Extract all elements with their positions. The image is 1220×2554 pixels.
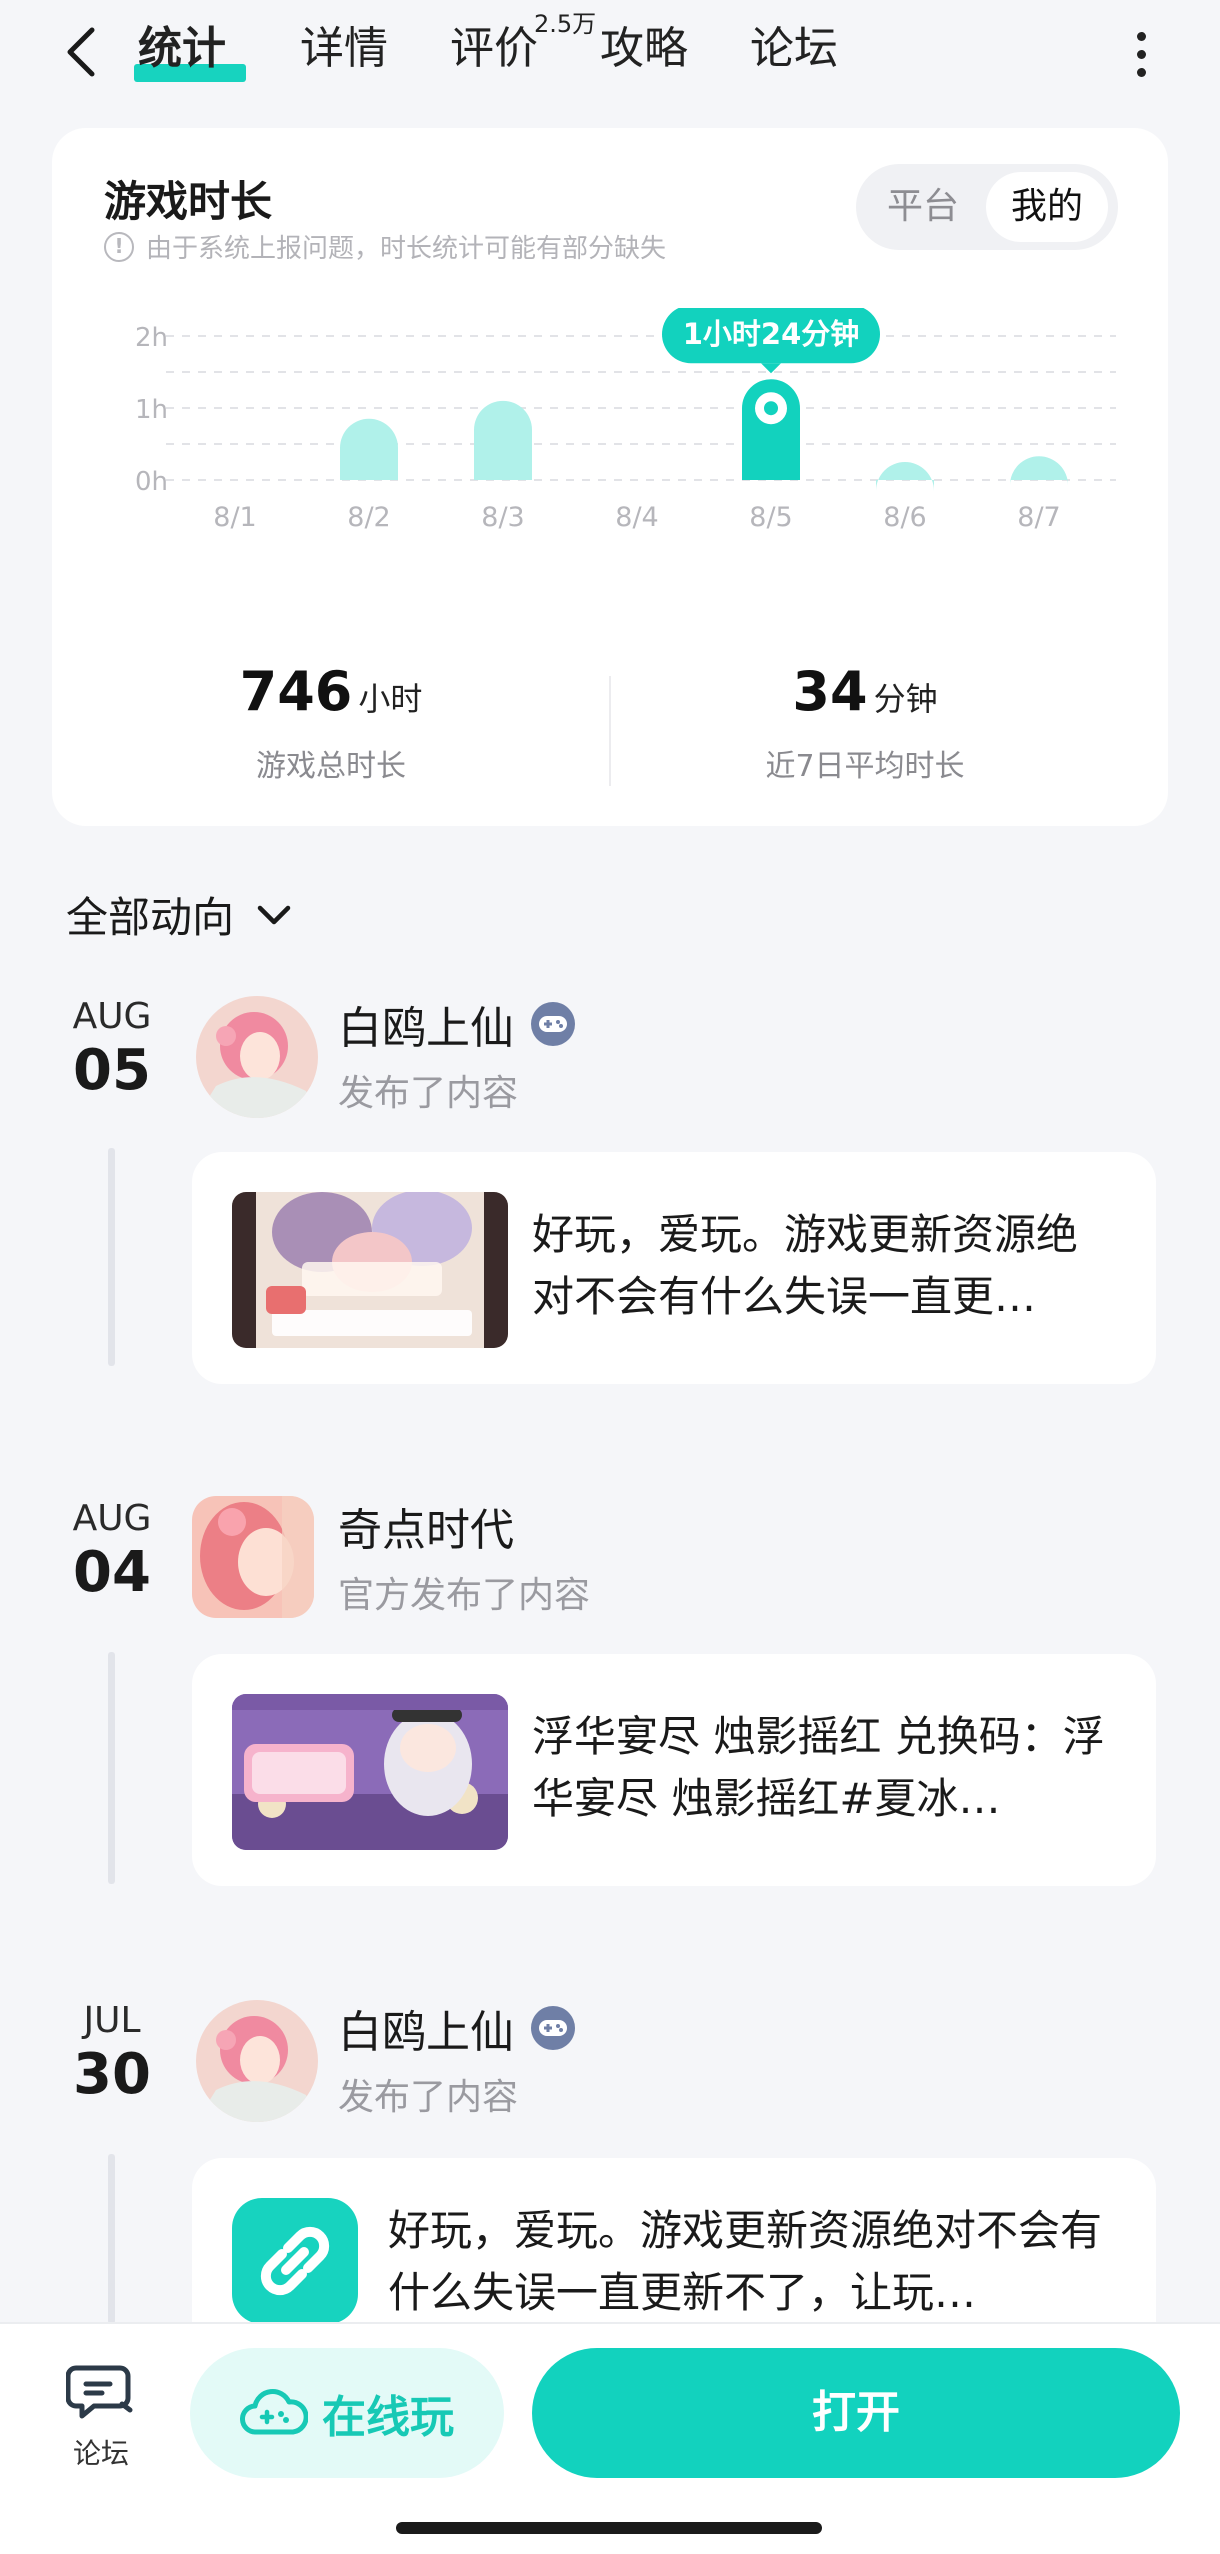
play-online-label: 在线玩 bbox=[322, 2392, 454, 2443]
timeline-line bbox=[108, 1148, 115, 1366]
x-tick-label: 8/4 bbox=[615, 502, 658, 533]
average-time-value: 34 bbox=[792, 660, 868, 723]
entry-author[interactable]: 白鸥上仙 bbox=[338, 992, 576, 1056]
tab-details[interactable]: 详情 bbox=[300, 14, 388, 84]
avatar[interactable] bbox=[192, 1496, 314, 1618]
activity-filter[interactable]: 全部动向 bbox=[66, 884, 294, 945]
post-card[interactable]: 好玩，爱玩。游戏更新资源绝对不会有什么失误一直更… bbox=[192, 1152, 1156, 1384]
gamepad-badge-icon bbox=[531, 1002, 575, 1046]
author-name: 白鸥上仙 bbox=[338, 2007, 514, 2058]
y-tick-label: 0h bbox=[135, 467, 168, 497]
notice-text: 由于系统上报问题，时长统计可能有部分缺失 bbox=[146, 234, 667, 264]
toggle-mine[interactable]: 我的 bbox=[986, 172, 1108, 242]
entry-day: 04 bbox=[73, 1540, 151, 1605]
x-tick-label: 8/5 bbox=[749, 502, 792, 533]
entry-day: 30 bbox=[73, 2042, 151, 2107]
top-nav: 统计 详情 评价 2.5万 攻略 论坛 bbox=[0, 0, 1220, 110]
data-notice: ! 由于系统上报问题，时长统计可能有部分缺失 bbox=[104, 228, 666, 265]
average-time: 34 分钟 近7日平均时长 bbox=[586, 660, 1144, 785]
more-options-icon[interactable] bbox=[1128, 28, 1154, 78]
scope-toggle: 平台 我的 bbox=[856, 164, 1118, 250]
play-time-summary: 746 小时 游戏总时长 34 分钟 近7日平均时长 bbox=[52, 660, 1168, 800]
timeline-line bbox=[108, 1652, 115, 1884]
entry-month: JUL bbox=[83, 2000, 141, 2041]
post-text: 好玩，爱玩。游戏更新资源绝对不会有什么失误一直更… bbox=[532, 1210, 1079, 1321]
entry-day: 05 bbox=[73, 1038, 151, 1103]
post-card[interactable]: 浮华宴尽 烛影摇红 兑换码：浮华宴尽 烛影摇红#夏冰… bbox=[192, 1654, 1156, 1886]
toggle-platform[interactable]: 平台 bbox=[862, 172, 984, 242]
avatar[interactable] bbox=[196, 2000, 318, 2122]
bottom-action-bar: 论坛 在线玩 打开 bbox=[0, 2322, 1220, 2554]
cloud-gamepad-icon bbox=[240, 2389, 308, 2435]
entry-action: 发布了内容 bbox=[338, 2077, 519, 2118]
average-time-unit: 分钟 bbox=[873, 680, 938, 718]
birthday-banner-image bbox=[232, 1694, 508, 1850]
tab-forum[interactable]: 论坛 bbox=[750, 14, 838, 84]
x-tick-label: 8/1 bbox=[213, 502, 256, 533]
y-tick-label: 2h bbox=[135, 323, 168, 353]
total-time-value: 746 bbox=[239, 660, 353, 723]
total-time-unit: 小时 bbox=[358, 680, 423, 718]
review-count-badge: 2.5万 bbox=[534, 10, 597, 38]
total-time-label: 游戏总时长 bbox=[256, 749, 406, 784]
entry-author[interactable]: 奇点时代 bbox=[338, 1494, 514, 1558]
forum-button[interactable]: 论坛 bbox=[58, 2360, 144, 2472]
home-indicator bbox=[396, 2522, 822, 2534]
tab-stats[interactable]: 统计 bbox=[138, 14, 226, 84]
bar bbox=[474, 400, 532, 480]
author-name: 奇点时代 bbox=[338, 1505, 514, 1556]
info-icon: ! bbox=[104, 231, 134, 262]
x-tick-label: 8/3 bbox=[481, 502, 524, 533]
forum-chat-icon bbox=[65, 2365, 133, 2419]
play-online-button[interactable]: 在线玩 bbox=[190, 2348, 504, 2478]
play-time-card: 游戏时长 ! 由于系统上报问题，时长统计可能有部分缺失 平台 我的 0h 1h 2h… bbox=[52, 128, 1168, 826]
gamepad-badge-icon bbox=[531, 2006, 575, 2050]
post-text: 好玩，爱玩。游戏更新资源绝对不会有什么失误一直更新不了，让玩… bbox=[388, 2206, 1103, 2317]
avatar[interactable] bbox=[196, 996, 318, 1118]
card-title: 游戏时长 bbox=[104, 177, 273, 226]
tab-reviews[interactable]: 评价 bbox=[450, 14, 538, 84]
chevron-down-icon bbox=[257, 905, 291, 924]
bar bbox=[876, 462, 934, 491]
entry-action: 官方发布了内容 bbox=[338, 1575, 591, 1616]
entry-action: 发布了内容 bbox=[338, 1073, 519, 1114]
forum-label: 论坛 bbox=[72, 2437, 129, 2470]
open-game-button[interactable]: 打开 bbox=[532, 2348, 1180, 2478]
author-name: 白鸥上仙 bbox=[338, 1003, 514, 1054]
entry-month: AUG bbox=[72, 1498, 152, 1539]
tab-guides[interactable]: 攻略 bbox=[600, 14, 688, 84]
average-time-label: 近7日平均时长 bbox=[765, 749, 965, 784]
x-tick-label: 8/7 bbox=[1017, 502, 1060, 533]
back-icon[interactable] bbox=[58, 22, 108, 82]
filter-label: 全部动向 bbox=[66, 893, 235, 942]
entry-author[interactable]: 白鸥上仙 bbox=[338, 1996, 576, 2060]
x-tick-label: 8/2 bbox=[347, 502, 390, 533]
y-tick-label: 1h bbox=[135, 395, 168, 425]
bar-tooltip-label: 1小时24分钟 bbox=[683, 317, 860, 351]
event-banner-image bbox=[232, 1192, 508, 1348]
bar bbox=[340, 418, 398, 480]
x-tick-label: 8/6 bbox=[883, 502, 926, 533]
bar-marker-dot bbox=[764, 401, 778, 416]
total-time: 746 小时 游戏总时长 bbox=[52, 660, 610, 785]
timeline-line bbox=[108, 2154, 115, 2324]
entry-month: AUG bbox=[72, 996, 152, 1037]
link-icon bbox=[232, 2198, 358, 2324]
post-text: 浮华宴尽 烛影摇红 兑换码：浮华宴尽 烛影摇红#夏冰… bbox=[532, 1712, 1105, 1823]
